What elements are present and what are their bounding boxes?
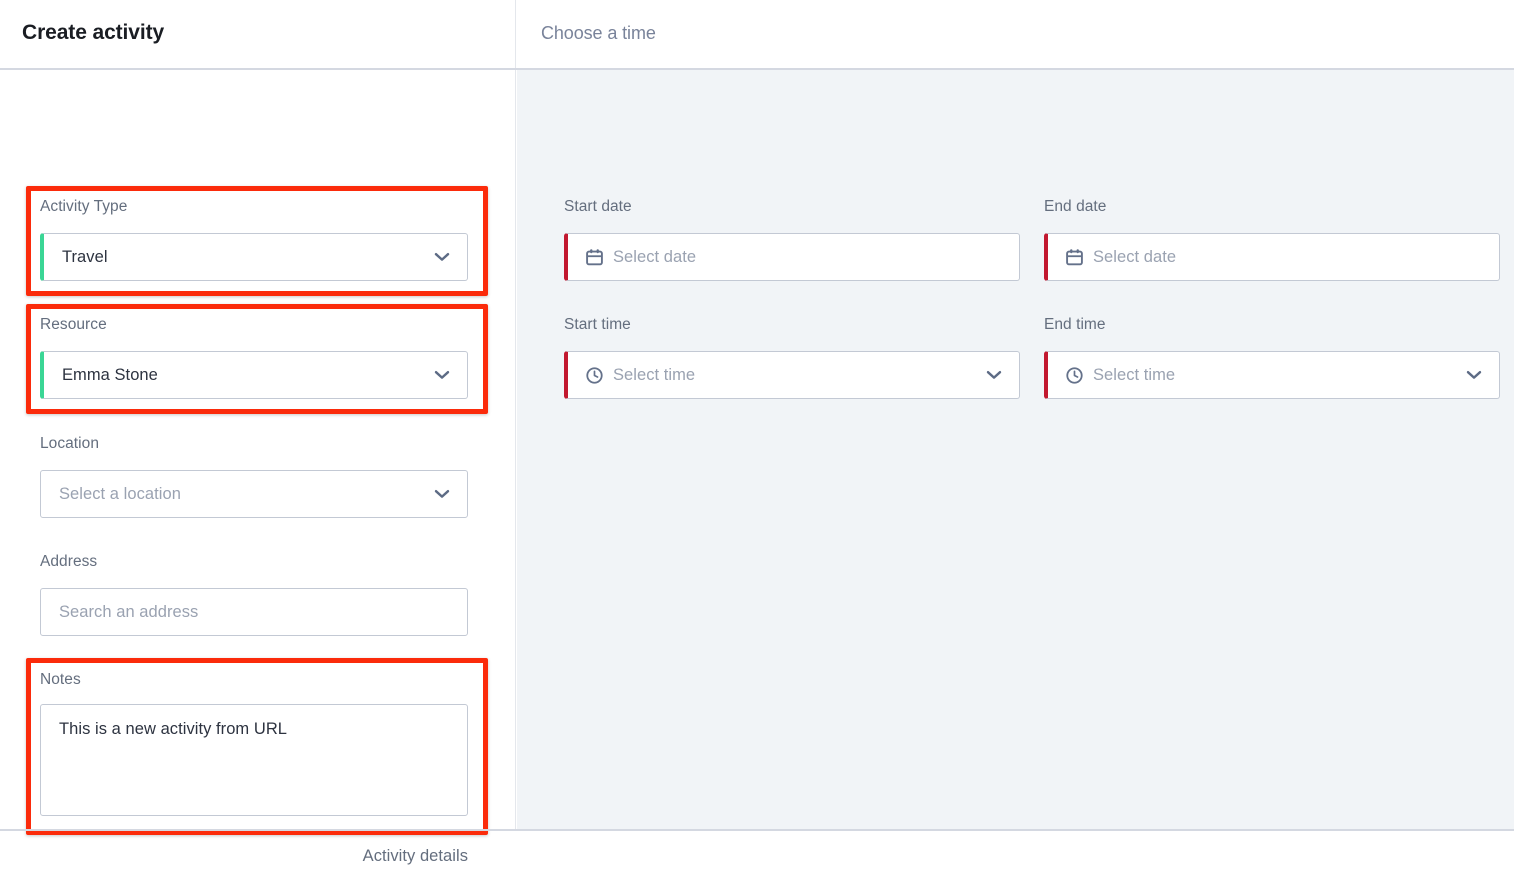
chevron-down-icon (434, 489, 450, 499)
start-date-label: Start date (564, 197, 632, 217)
activity-type-value: Travel (44, 248, 108, 267)
end-time-select[interactable]: Select time (1044, 351, 1500, 399)
chevron-down-icon (434, 370, 450, 380)
location-label: Location (40, 434, 99, 454)
header-left-pane: Create activity (0, 0, 516, 68)
end-date-placeholder: Select date (1085, 248, 1176, 267)
dialog-header: Create activity Choose a time (0, 0, 1514, 70)
notes-textarea[interactable]: This is a new activity from URL (40, 704, 468, 816)
resource-value: Emma Stone (44, 366, 158, 385)
chevron-down-icon (434, 252, 450, 262)
resource-label: Resource (40, 315, 107, 335)
chevron-down-icon (986, 370, 1002, 380)
end-date-input[interactable]: Select date (1044, 233, 1500, 281)
header-right-pane: Choose a time (517, 0, 1514, 68)
dialog-footer-divider (0, 829, 1514, 831)
start-time-placeholder: Select time (605, 366, 695, 385)
start-time-select[interactable]: Select time (564, 351, 1020, 399)
choose-a-time-heading: Choose a time (541, 23, 656, 44)
calendar-icon (1064, 247, 1085, 268)
address-input[interactable]: Search an address (40, 588, 468, 636)
clock-icon (584, 365, 605, 386)
end-time-label: End time (1044, 315, 1106, 335)
end-date-label: End date (1044, 197, 1106, 217)
create-activity-dialog: Create activity Choose a time Activity T… (0, 0, 1514, 885)
notes-value: This is a new activity from URL (59, 720, 287, 739)
chevron-down-icon (1466, 370, 1482, 380)
end-time-placeholder: Select time (1085, 366, 1175, 385)
activity-details-link[interactable]: Activity details (40, 847, 468, 866)
activity-form-panel: Activity Type Travel Resource Emma Stone… (0, 70, 516, 831)
start-date-placeholder: Select date (605, 248, 696, 267)
dialog-body: Activity Type Travel Resource Emma Stone… (0, 70, 1514, 831)
address-placeholder: Search an address (41, 603, 198, 622)
location-placeholder: Select a location (41, 485, 181, 504)
start-time-label: Start time (564, 315, 631, 335)
notes-label: Notes (40, 670, 81, 690)
schedule-panel: Start date Select date End date (517, 70, 1514, 831)
clock-icon (1064, 365, 1085, 386)
activity-type-select[interactable]: Travel (40, 233, 468, 281)
start-date-input[interactable]: Select date (564, 233, 1020, 281)
page-title: Create activity (22, 21, 164, 45)
activity-type-label: Activity Type (40, 197, 127, 217)
address-label: Address (40, 552, 97, 572)
resource-select[interactable]: Emma Stone (40, 351, 468, 399)
location-select[interactable]: Select a location (40, 470, 468, 518)
calendar-icon (584, 247, 605, 268)
